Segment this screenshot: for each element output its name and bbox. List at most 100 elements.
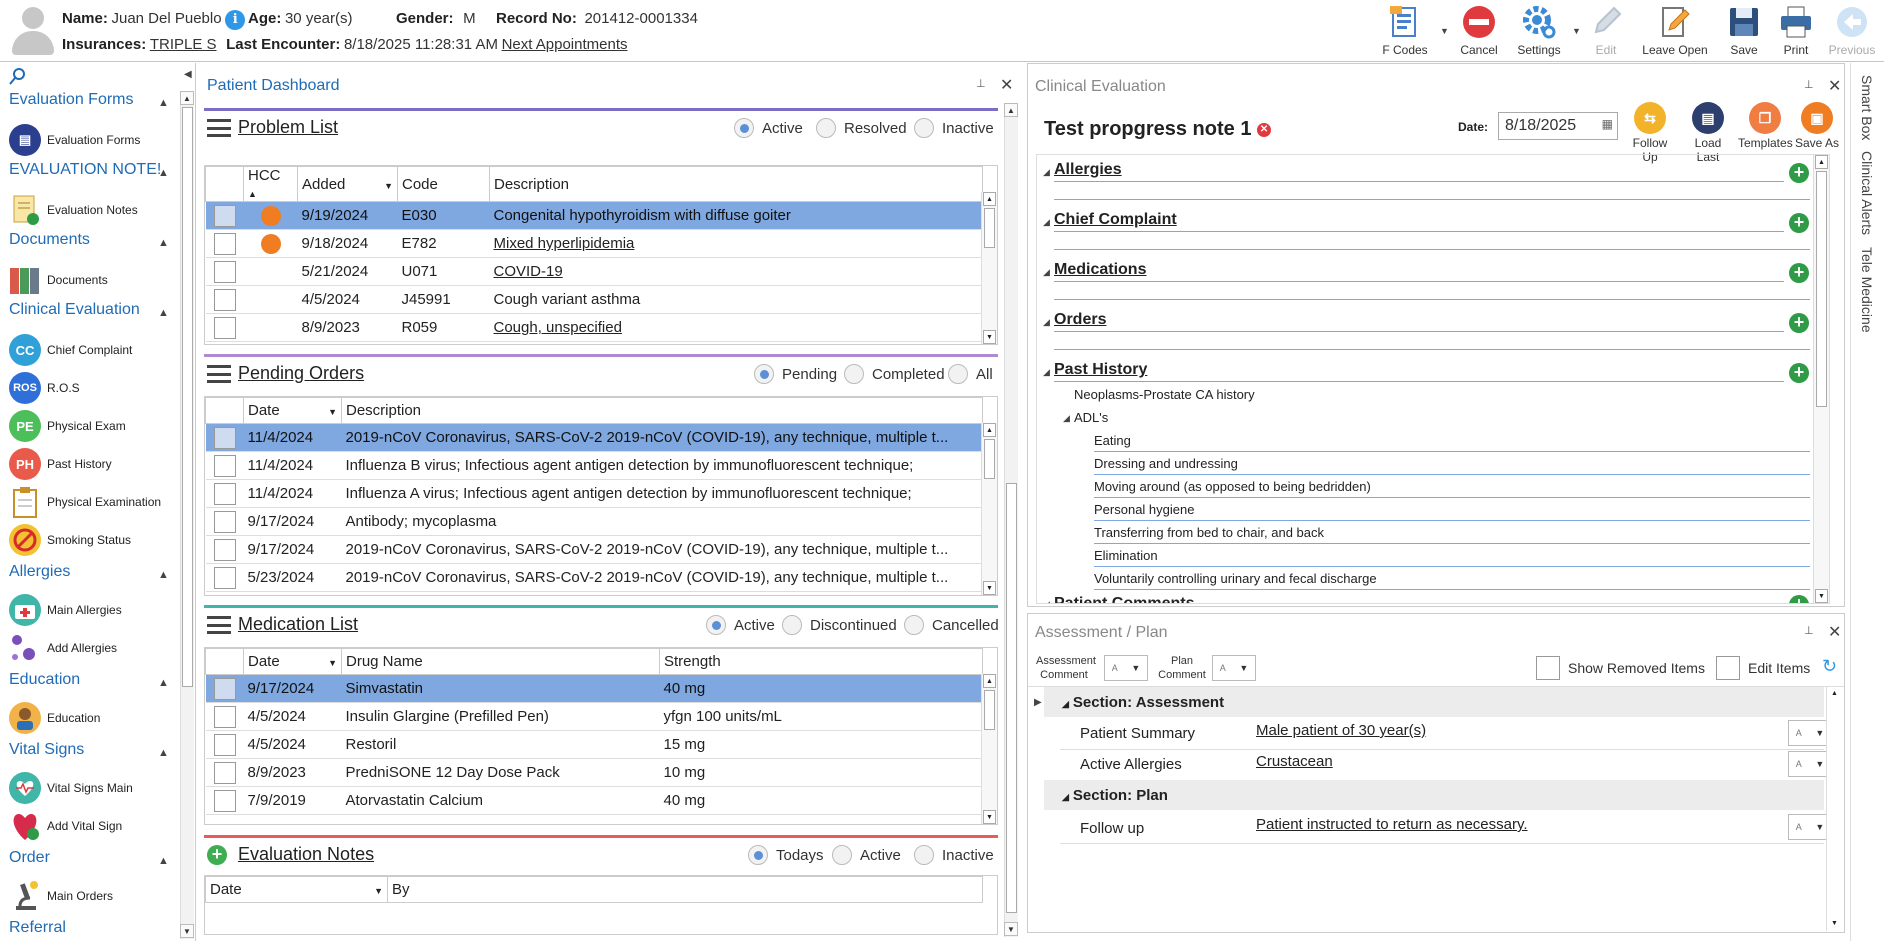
- collapse-icon[interactable]: ◢: [1043, 317, 1050, 328]
- filter-active[interactable]: Active: [832, 845, 901, 865]
- table-row[interactable]: 9/19/2024 E030 Congenital hypothyroidism…: [205, 201, 983, 230]
- section-allergies[interactable]: Allergies: [1054, 161, 1122, 179]
- date-input[interactable]: 8/18/2025 ▦: [1498, 112, 1618, 140]
- filter-completed[interactable]: Completed: [844, 364, 945, 384]
- filter-active[interactable]: Active: [706, 615, 775, 635]
- nav-group-order[interactable]: Order: [9, 849, 50, 867]
- section-patient-comments[interactable]: Patient Comments: [1054, 595, 1194, 603]
- nav-item-physical-exam[interactable]: PE Physical Exam: [9, 409, 126, 443]
- section-orders[interactable]: Orders: [1054, 311, 1106, 329]
- patient-summary-value[interactable]: Male patient of 30 year(s): [1256, 722, 1426, 739]
- menu-icon[interactable]: [207, 119, 231, 137]
- edit-items-checkbox[interactable]: Edit Items: [1716, 656, 1810, 680]
- filter-all[interactable]: All: [948, 364, 993, 384]
- table-row[interactable]: 9/17/2024 Antibody; mycoplasma: [205, 507, 983, 536]
- menu-icon[interactable]: [207, 616, 231, 634]
- nav-item-add-vital-sign[interactable]: Add Vital Sign: [9, 809, 122, 843]
- adl-item[interactable]: Elimination: [1094, 548, 1158, 563]
- pending-orders-scrollbar[interactable]: ▲ ▼: [981, 423, 997, 595]
- collapse-nav-icon[interactable]: ◀: [184, 69, 192, 80]
- nav-item-main-orders[interactable]: Main Orders: [9, 879, 113, 913]
- filter-inactive[interactable]: Inactive: [914, 118, 994, 138]
- close-icon[interactable]: ✕: [1000, 75, 1013, 95]
- chevron-up-icon[interactable]: ▲: [158, 677, 169, 689]
- collapse-icon[interactable]: ◢: [1043, 167, 1050, 178]
- leave-open-button[interactable]: Leave Open: [1640, 4, 1710, 57]
- column-description[interactable]: Description: [341, 397, 983, 424]
- next-appointments-link[interactable]: Next Appointments: [502, 36, 628, 53]
- search-icon[interactable]: [9, 67, 27, 88]
- section-title[interactable]: Evaluation Notes: [238, 844, 374, 865]
- assessment-comment-dropdown[interactable]: A ▼: [1104, 655, 1148, 681]
- row-checkbox[interactable]: [205, 229, 244, 258]
- templates-button[interactable]: ❐ Templates: [1738, 102, 1793, 150]
- close-icon[interactable]: ✕: [1828, 622, 1841, 642]
- nav-item-vital-signs-main[interactable]: Vital Signs Main: [9, 771, 133, 805]
- section-title[interactable]: Medication List: [238, 614, 358, 635]
- adls-group[interactable]: ADL's: [1074, 410, 1108, 425]
- previous-button[interactable]: Previous: [1824, 4, 1880, 57]
- section-chief-complaint[interactable]: Chief Complaint: [1054, 211, 1177, 229]
- add-chief-complaint-icon[interactable]: +: [1789, 213, 1809, 233]
- row-checkbox[interactable]: [205, 479, 244, 508]
- column-date[interactable]: Date ▼: [243, 648, 342, 675]
- chevron-up-icon[interactable]: ▲: [158, 855, 169, 867]
- row-checkbox[interactable]: [205, 674, 244, 703]
- table-row[interactable]: 8/9/2023 R059 Cough, unspecified: [205, 313, 983, 342]
- column-select[interactable]: [205, 166, 244, 202]
- row-checkbox[interactable]: [205, 535, 244, 564]
- calendar-icon[interactable]: ▦: [1602, 117, 1613, 131]
- nav-item-documents[interactable]: Documents: [9, 263, 108, 297]
- collapse-icon[interactable]: ◢: [1043, 267, 1050, 278]
- scroll-up-icon[interactable]: ▲: [180, 91, 194, 105]
- plan-comment-dropdown[interactable]: A ▼: [1212, 655, 1256, 681]
- add-allergy-icon[interactable]: +: [1789, 163, 1809, 183]
- collapse-icon[interactable]: ◢: [1043, 217, 1050, 228]
- nav-item-ros[interactable]: ROS R.O.S: [9, 371, 80, 405]
- problem-list-scrollbar[interactable]: ▲ ▼: [981, 192, 997, 344]
- follow-up-value[interactable]: Patient instructed to return as necessar…: [1256, 816, 1528, 833]
- nav-item-evaluation-forms[interactable]: ▤ Evaluation Forms: [9, 123, 140, 157]
- nav-group-evaluation-notes[interactable]: EVALUATION NOTE!: [9, 161, 161, 179]
- row-checkbox[interactable]: [205, 702, 244, 731]
- column-description[interactable]: Description: [489, 166, 983, 202]
- assessment-scrollbar[interactable]: ▲ ▼: [1826, 687, 1842, 931]
- table-row[interactable]: 11/4/2024 2019-nCoV Coronavirus, SARS-CoV…: [205, 423, 983, 452]
- nav-group-education[interactable]: Education: [9, 671, 80, 689]
- filter-inactive[interactable]: Inactive: [914, 845, 994, 865]
- table-row[interactable]: 4/5/2024 Restoril 15 mg: [205, 730, 983, 759]
- filter-pending[interactable]: Pending: [754, 364, 837, 384]
- table-row[interactable]: 11/4/2024 Influenza B virus; Infectious a…: [205, 451, 983, 480]
- add-patient-comment-icon[interactable]: +: [1789, 595, 1809, 603]
- row-checkbox[interactable]: [205, 507, 244, 536]
- nav-item-add-allergies[interactable]: Add Allergies: [9, 631, 117, 665]
- close-icon[interactable]: ✕: [1828, 76, 1841, 96]
- column-strength[interactable]: Strength: [659, 648, 983, 675]
- column-select[interactable]: [205, 648, 244, 675]
- scroll-down-icon[interactable]: ▼: [983, 581, 996, 595]
- adl-item[interactable]: Transferring from bed to chair, and back: [1094, 525, 1324, 540]
- edit-button[interactable]: Edit: [1586, 4, 1626, 57]
- nav-group-allergies[interactable]: Allergies: [9, 563, 70, 581]
- adl-item[interactable]: Eating: [1094, 433, 1131, 448]
- row-checkbox[interactable]: [205, 451, 244, 480]
- collapse-icon[interactable]: ◢: [1063, 413, 1070, 424]
- adl-item[interactable]: Personal hygiene: [1094, 502, 1194, 517]
- add-medication-icon[interactable]: +: [1789, 263, 1809, 283]
- menu-icon[interactable]: [207, 365, 231, 383]
- adl-item[interactable]: Dressing and undressing: [1094, 456, 1238, 471]
- chevron-up-icon[interactable]: ▲: [158, 569, 169, 581]
- clinical-scrollbar[interactable]: ▲ ▼: [1813, 155, 1829, 603]
- column-drug-name[interactable]: Drug Name: [341, 648, 660, 675]
- scroll-down-icon[interactable]: ▼: [180, 924, 194, 938]
- nav-group-referral[interactable]: Referral: [9, 919, 66, 937]
- show-removed-checkbox[interactable]: Show Removed Items: [1536, 656, 1705, 680]
- scroll-thumb[interactable]: [1006, 483, 1017, 913]
- scroll-thumb[interactable]: [984, 208, 995, 248]
- settings-button[interactable]: Settings: [1512, 4, 1566, 57]
- dashboard-scrollbar[interactable]: ▲ ▼: [1004, 103, 1018, 937]
- section-assessment[interactable]: ◢ Section: Assessment: [1044, 687, 1824, 717]
- remove-icon[interactable]: ✕: [1257, 122, 1272, 137]
- column-select[interactable]: [205, 397, 244, 424]
- save-as-button[interactable]: ▣ Save As: [1794, 102, 1840, 150]
